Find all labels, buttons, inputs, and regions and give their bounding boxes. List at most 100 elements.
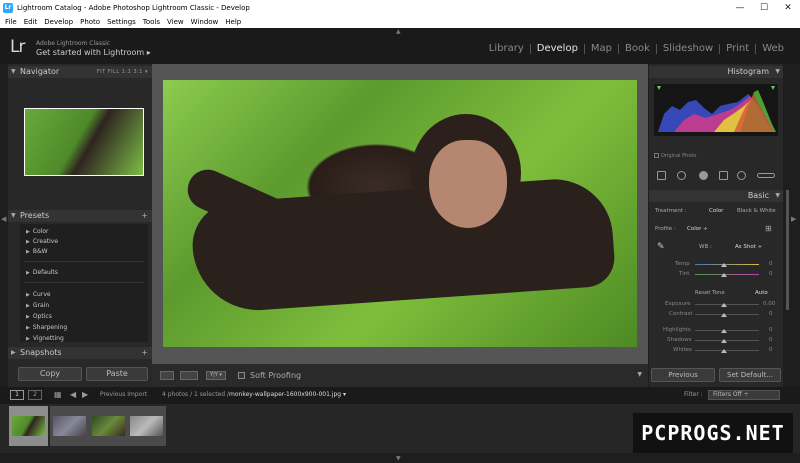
shadows-slider[interactable] [695, 340, 759, 341]
source-label[interactable]: Previous Import [100, 391, 147, 398]
whites-value[interactable]: 0 [769, 347, 773, 353]
snapshots-header[interactable]: ▶ Snapshots + [8, 347, 152, 359]
histogram-header[interactable]: Histogram ▼ [649, 66, 783, 78]
highlights-value[interactable]: 0 [769, 327, 773, 333]
toolbar-menu-arrow-icon[interactable]: ▼ [637, 371, 642, 378]
preset-group-color[interactable]: ▶ Color [26, 228, 49, 235]
exposure-value[interactable]: 0.00 [763, 301, 775, 307]
whites-slider-knob[interactable] [721, 349, 727, 353]
wb-eyedropper-icon[interactable]: ✎ [657, 242, 665, 252]
module-print[interactable]: Print [719, 44, 755, 54]
right-panel-scrollbar[interactable] [786, 190, 789, 310]
image-canvas[interactable] [152, 64, 648, 364]
adjustment-brush-tool-icon[interactable] [757, 173, 775, 178]
module-book[interactable]: Book [618, 44, 656, 54]
tint-slider[interactable] [695, 274, 759, 275]
shadows-value[interactable]: 0 [769, 337, 773, 343]
profile-select[interactable]: Color ÷ [687, 226, 708, 232]
menu-window[interactable]: Window [191, 18, 219, 26]
minimize-button[interactable]: — [728, 0, 752, 16]
histogram[interactable] [654, 84, 778, 136]
highlights-slider-knob[interactable] [721, 329, 727, 333]
soft-proofing-checkbox[interactable] [238, 372, 245, 379]
module-library[interactable]: Library [483, 44, 530, 54]
forward-arrow-icon[interactable]: ▶ [82, 390, 88, 399]
add-snapshot-icon[interactable]: + [141, 347, 148, 359]
menu-settings[interactable]: Settings [107, 18, 136, 26]
filmstrip-thumbnail[interactable] [9, 406, 48, 446]
preset-group-vignetting[interactable]: ▶ Vignetting [26, 335, 64, 342]
profile-browser-icon[interactable]: ⊞ [765, 224, 772, 233]
original-photo-toggle[interactable]: Original Photo [654, 153, 696, 159]
shadows-slider-knob[interactable] [721, 339, 727, 343]
exposure-slider-knob[interactable] [721, 303, 727, 307]
menu-tools[interactable]: Tools [143, 18, 160, 26]
temp-slider-knob[interactable] [721, 263, 727, 267]
preset-group-defaults[interactable]: ▶ Defaults [26, 269, 58, 276]
navigator-thumbnail[interactable] [24, 108, 144, 176]
module-web[interactable]: Web [755, 44, 790, 54]
temp-slider[interactable] [695, 264, 759, 265]
module-develop[interactable]: Develop [529, 44, 584, 54]
secondary-window-monitor-button[interactable]: 2 [28, 390, 42, 400]
module-map[interactable]: Map [583, 44, 618, 54]
menu-view[interactable]: View [167, 18, 184, 26]
preset-group-optics[interactable]: ▶ Optics [26, 313, 52, 320]
close-button[interactable]: ✕ [776, 0, 800, 16]
spot-removal-tool-icon[interactable] [677, 171, 686, 180]
reset-tone-label[interactable]: Reset Tone [695, 290, 725, 296]
maximize-button[interactable]: ☐ [752, 0, 776, 16]
temp-value[interactable]: 0 [769, 261, 773, 267]
paste-button[interactable]: Paste [86, 367, 148, 381]
crop-tool-icon[interactable] [657, 171, 666, 180]
preset-group-grain[interactable]: ▶ Grain [26, 302, 49, 309]
menu-file[interactable]: File [5, 18, 17, 26]
preset-group-creative[interactable]: ▶ Creative [26, 238, 58, 245]
presets-header[interactable]: ▼ Presets + [8, 210, 152, 222]
grid-view-icon[interactable]: ▦ [54, 390, 62, 399]
wb-select[interactable]: As Shot ÷ [735, 244, 762, 250]
previous-button[interactable]: Previous [651, 368, 715, 382]
preset-group-bw[interactable]: ▶ B&W [26, 248, 48, 255]
treatment-color-option[interactable]: Color [709, 208, 723, 214]
get-started-link[interactable]: Get started with Lightroom ▸ [36, 48, 151, 57]
photo-preview[interactable] [163, 80, 637, 347]
collapse-right-panel-icon[interactable]: ▶ [791, 215, 796, 223]
filmstrip-thumbnail[interactable] [127, 406, 166, 446]
current-filename[interactable]: monkey-wallpaper-1600x900-001.jpg ▾ [229, 391, 346, 398]
compare-view-button[interactable]: Y|Y ▾ [206, 371, 226, 380]
add-preset-icon[interactable]: + [141, 210, 148, 222]
contrast-value[interactable]: 0 [769, 311, 773, 317]
navigator-header[interactable]: ▼ Navigator FIT FILL 1:1 3:1 ▾ [8, 66, 152, 78]
menu-help[interactable]: Help [225, 18, 241, 26]
preset-group-sharpening[interactable]: ▶ Sharpening [26, 324, 67, 331]
basic-header[interactable]: Basic ▼ [649, 190, 783, 202]
contrast-slider[interactable] [695, 314, 759, 315]
collapse-top-panel-icon[interactable]: ▲ [396, 28, 401, 35]
module-slideshow[interactable]: Slideshow [655, 44, 719, 54]
collapse-filmstrip-icon[interactable]: ▼ [396, 455, 401, 462]
menu-develop[interactable]: Develop [44, 18, 73, 26]
navigator-zoom-options[interactable]: FIT FILL 1:1 3:1 ▾ [97, 66, 148, 78]
whites-slider[interactable] [695, 350, 759, 351]
treatment-bw-option[interactable]: Black & White [737, 208, 776, 214]
tint-value[interactable]: 0 [769, 271, 773, 277]
filmstrip-thumbnail[interactable] [50, 406, 89, 446]
copy-button[interactable]: Copy [18, 367, 82, 381]
highlights-slider[interactable] [695, 330, 759, 331]
radial-filter-tool-icon[interactable] [737, 171, 746, 180]
red-eye-tool-icon[interactable] [699, 171, 708, 180]
tint-slider-knob[interactable] [721, 273, 727, 277]
menu-edit[interactable]: Edit [24, 18, 38, 26]
original-photo-checkbox[interactable] [654, 153, 659, 158]
contrast-slider-knob[interactable] [721, 313, 727, 317]
collapse-left-panel-icon[interactable]: ◀ [1, 215, 6, 223]
auto-tone-button[interactable]: Auto [755, 290, 768, 296]
back-arrow-icon[interactable]: ◀ [70, 390, 76, 399]
menu-photo[interactable]: Photo [80, 18, 100, 26]
filmstrip-thumbnail[interactable] [89, 406, 128, 446]
set-default-button[interactable]: Set Default... [719, 368, 781, 382]
preset-group-curve[interactable]: ▶ Curve [26, 291, 51, 298]
graduated-filter-tool-icon[interactable] [719, 171, 728, 180]
main-window-monitor-button[interactable]: 1 [10, 390, 24, 400]
